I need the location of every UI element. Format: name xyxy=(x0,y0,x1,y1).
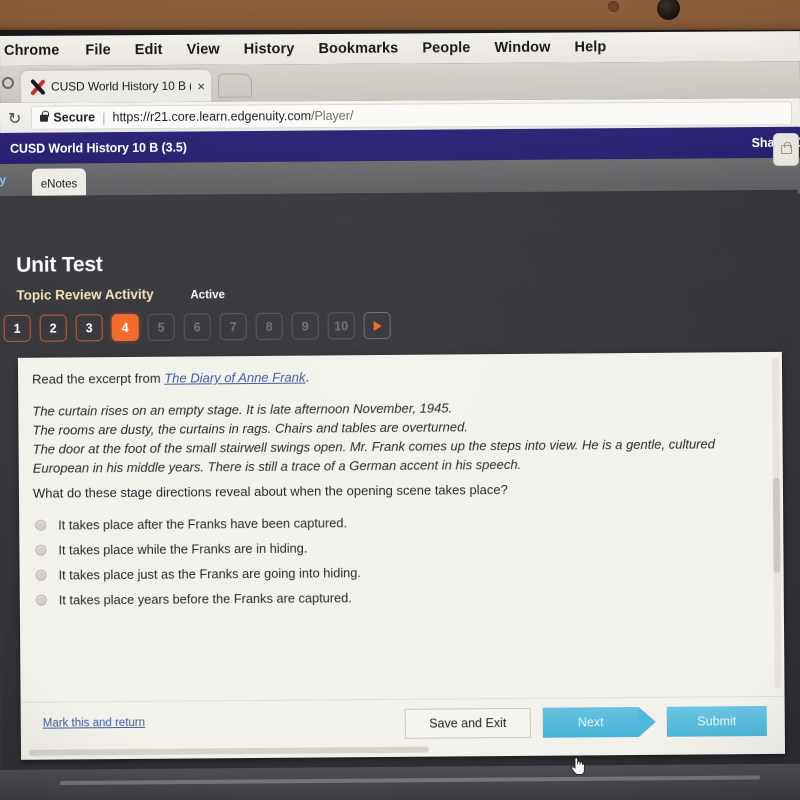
activity-label: Topic Review Activity xyxy=(16,286,154,303)
menu-item-file[interactable]: File xyxy=(73,42,122,58)
address-bar[interactable]: Secure | https://r21.core.learn.edgenuit… xyxy=(31,101,793,130)
answer-option-4[interactable]: It takes place years before the Franks a… xyxy=(35,582,754,613)
omnibox-divider: | xyxy=(102,109,106,125)
favicon-x-icon xyxy=(29,78,46,95)
url-path: /Player/ xyxy=(310,108,354,124)
browser-tab-title: CUSD World History 10 B (3.5 xyxy=(50,78,192,94)
new-tab-button[interactable] xyxy=(217,73,253,98)
url-origin: https://r21.core.learn.edgenuity.com xyxy=(112,109,312,125)
next-question-button[interactable] xyxy=(363,311,391,340)
vertical-scrollbar[interactable] xyxy=(771,357,782,688)
menu-item-window[interactable]: Window xyxy=(482,40,562,56)
radio-button-4[interactable] xyxy=(35,594,47,606)
close-icon[interactable]: × xyxy=(197,78,205,93)
lock-icon xyxy=(40,114,49,122)
menu-item-edit[interactable]: Edit xyxy=(123,42,175,58)
lock-icon xyxy=(780,142,792,154)
menu-item-view[interactable]: View xyxy=(175,42,232,58)
status-badge: Active xyxy=(190,289,225,302)
answer-option-label-1: It takes place after the Franks have bee… xyxy=(58,515,348,533)
excerpt-source-link[interactable]: The Diary of Anne Frank xyxy=(164,370,305,386)
menu-item-help[interactable]: Help xyxy=(562,39,618,55)
question-button-2[interactable]: 2 xyxy=(39,314,67,342)
horizontal-scrollbar[interactable] xyxy=(28,746,430,756)
assignment-page: Unit Test Topic Review Activity Active 1… xyxy=(0,189,800,800)
save-and-exit-button[interactable]: Save and Exit xyxy=(404,707,531,739)
question-button-6[interactable]: 6 xyxy=(183,313,211,341)
corner-tool-button[interactable] xyxy=(773,133,799,166)
action-buttons: Save and Exit Next Submit xyxy=(404,705,767,739)
question-navigation: 1 2 3 4 5 6 7 8 9 10 xyxy=(0,311,391,342)
menu-item-chrome[interactable]: Chrome xyxy=(2,43,73,59)
url-text: https://r21.core.learn.edgenuity.com/Pla… xyxy=(112,109,353,124)
browser-tabstrip: CUSD World History 10 B (3.5 × xyxy=(0,61,800,103)
question-button-10[interactable]: 10 xyxy=(327,312,355,340)
question-button-7[interactable]: 7 xyxy=(219,313,247,341)
footer-divider xyxy=(20,695,785,703)
mark-this-and-return-link[interactable]: Mark this and return xyxy=(43,717,145,730)
menu-item-people[interactable]: People xyxy=(410,40,482,56)
reload-icon[interactable]: ↻ xyxy=(8,108,22,127)
prompt-prefix: Read the excerpt from xyxy=(32,370,165,387)
answer-options: It takes place after the Franks have bee… xyxy=(35,507,754,613)
page-title: Unit Test xyxy=(16,253,103,277)
prompt-suffix: . xyxy=(305,369,310,385)
browser-tab[interactable]: CUSD World History 10 B (3.5 × xyxy=(20,69,212,103)
tab-activity[interactable]: ity xyxy=(0,173,6,187)
window-control-icon[interactable] xyxy=(1,76,15,89)
radio-button-2[interactable] xyxy=(35,544,47,556)
excerpt-text: The curtain rises on an empty stage. It … xyxy=(32,396,759,478)
menu-item-bookmarks[interactable]: Bookmarks xyxy=(306,40,410,57)
vertical-scrollbar-thumb[interactable] xyxy=(772,477,781,573)
question-button-3[interactable]: 3 xyxy=(75,314,103,342)
os-menubar: Chrome File Edit View History Bookmarks … xyxy=(0,31,800,66)
question-button-4[interactable]: 4 xyxy=(111,313,139,342)
question-button-5[interactable]: 5 xyxy=(147,313,175,341)
mouse-cursor-hand-icon xyxy=(571,757,585,775)
question-text: What do these stage directions reveal ab… xyxy=(32,482,508,501)
reading-prompt: Read the excerpt from The Diary of Anne … xyxy=(32,370,309,387)
desk-surface xyxy=(0,0,800,34)
question-card: Read the excerpt from The Diary of Anne … xyxy=(17,351,786,760)
secure-label: Secure xyxy=(53,110,96,125)
photo-of-screen: Chrome File Edit View History Bookmarks … xyxy=(0,0,800,800)
radio-button-3[interactable] xyxy=(35,569,47,581)
answer-option-label-4: It takes place years before the Franks a… xyxy=(58,590,352,608)
submit-button[interactable]: Submit xyxy=(666,705,767,737)
question-button-1[interactable]: 1 xyxy=(3,314,31,342)
play-arrow-icon xyxy=(373,320,382,331)
webcam-indicator xyxy=(608,1,619,12)
question-button-9[interactable]: 9 xyxy=(291,312,319,340)
menu-item-history[interactable]: History xyxy=(232,41,307,57)
course-title: CUSD World History 10 B (3.5) xyxy=(9,140,187,156)
question-button-8[interactable]: 8 xyxy=(255,312,283,340)
answer-option-label-2: It takes place while the Franks are in h… xyxy=(58,540,308,558)
answer-option-label-3: It takes place just as the Franks are go… xyxy=(58,565,361,583)
next-button[interactable]: Next xyxy=(542,706,639,738)
radio-button-1[interactable] xyxy=(35,519,47,531)
